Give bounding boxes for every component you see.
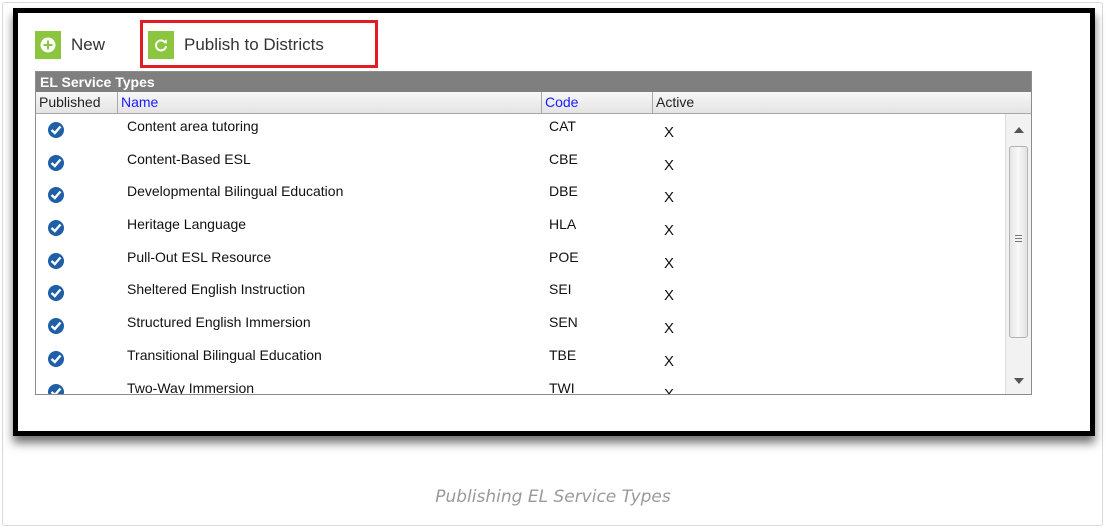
row-active: X — [664, 254, 675, 272]
row-code: TBE — [549, 346, 577, 363]
table-row[interactable]: Transitional Bilingual Education TBE X — [36, 343, 1004, 376]
column-header-code[interactable]: Code — [542, 92, 653, 113]
published-check-icon — [48, 350, 64, 367]
row-name: Content-Based ESL — [127, 150, 251, 167]
row-name: Heritage Language — [127, 216, 247, 233]
row-code: DBE — [549, 183, 578, 200]
scroll-up-arrow-icon[interactable] — [1014, 127, 1024, 133]
row-active: X — [664, 385, 675, 395]
row-active: X — [664, 189, 675, 207]
vertical-scrollbar[interactable] — [1005, 114, 1031, 394]
published-check-icon — [48, 187, 64, 204]
row-active: X — [664, 287, 675, 305]
screenshot-panel: New Publish to Districts EL Service Type… — [13, 8, 1095, 436]
row-name: Structured English Immersion — [127, 314, 311, 331]
table-row[interactable]: Content area tutoring CAT X — [36, 114, 1004, 147]
row-active: X — [664, 124, 675, 141]
row-active: X — [664, 222, 675, 240]
new-label: New — [71, 35, 106, 54]
published-check-icon — [48, 220, 64, 237]
scroll-thumb[interactable] — [1009, 146, 1028, 338]
row-name: Content area tutoring — [127, 118, 259, 134]
published-check-icon — [48, 285, 64, 302]
scroll-down-arrow-icon[interactable] — [1014, 378, 1024, 384]
column-header-published[interactable]: Published — [36, 92, 118, 113]
row-active: X — [664, 352, 675, 370]
table-row[interactable]: Sheltered English Instruction SEI X — [36, 277, 1004, 310]
row-code: CBE — [549, 150, 578, 167]
grid-rows: Content area tutoring CAT X Content-Based E… — [36, 114, 1004, 395]
grid-title: EL Service Types — [36, 72, 1031, 92]
column-header-name[interactable]: Name — [118, 92, 542, 113]
row-code: SEN — [549, 314, 578, 331]
row-active: X — [664, 320, 675, 338]
published-check-icon — [48, 122, 64, 138]
el-service-types-grid: EL Service Types Published Name Code Act… — [35, 71, 1032, 395]
grid-header: Published Name Code Active — [36, 92, 1031, 114]
published-check-icon — [48, 318, 64, 335]
table-row[interactable]: Heritage Language HLA X — [36, 212, 1004, 245]
plus-icon — [35, 31, 61, 59]
row-active: X — [664, 156, 675, 174]
row-name: Sheltered English Instruction — [127, 281, 306, 298]
table-row[interactable]: Pull-Out ESL Resource POE X — [36, 245, 1004, 278]
table-row[interactable]: Developmental Bilingual Education DBE X — [36, 179, 1004, 212]
published-check-icon — [48, 252, 64, 269]
table-row[interactable]: Two-Way Immersion TWI X — [36, 376, 1004, 395]
column-header-active[interactable]: Active — [653, 92, 1031, 113]
published-check-icon — [48, 383, 64, 394]
row-code: POE — [549, 248, 579, 265]
grip-icon — [1015, 235, 1022, 244]
new-button[interactable]: New — [35, 31, 105, 59]
figure-caption: Publishing EL Service Types — [435, 487, 671, 507]
row-code: HLA — [549, 216, 577, 233]
table-row[interactable]: Content-Based ESL CBE X — [36, 147, 1004, 180]
table-row[interactable]: Structured English Immersion SEN X — [36, 310, 1004, 343]
row-code: CAT — [549, 118, 576, 134]
row-name: Pull-Out ESL Resource — [127, 248, 272, 265]
row-name: Developmental Bilingual Education — [127, 183, 344, 200]
highlight-box — [140, 20, 378, 68]
row-name: Transitional Bilingual Education — [127, 346, 322, 363]
row-name: Two-Way Immersion — [127, 379, 255, 395]
published-check-icon — [48, 154, 64, 171]
row-code: SEI — [549, 281, 572, 298]
row-code: TWI — [549, 379, 575, 395]
